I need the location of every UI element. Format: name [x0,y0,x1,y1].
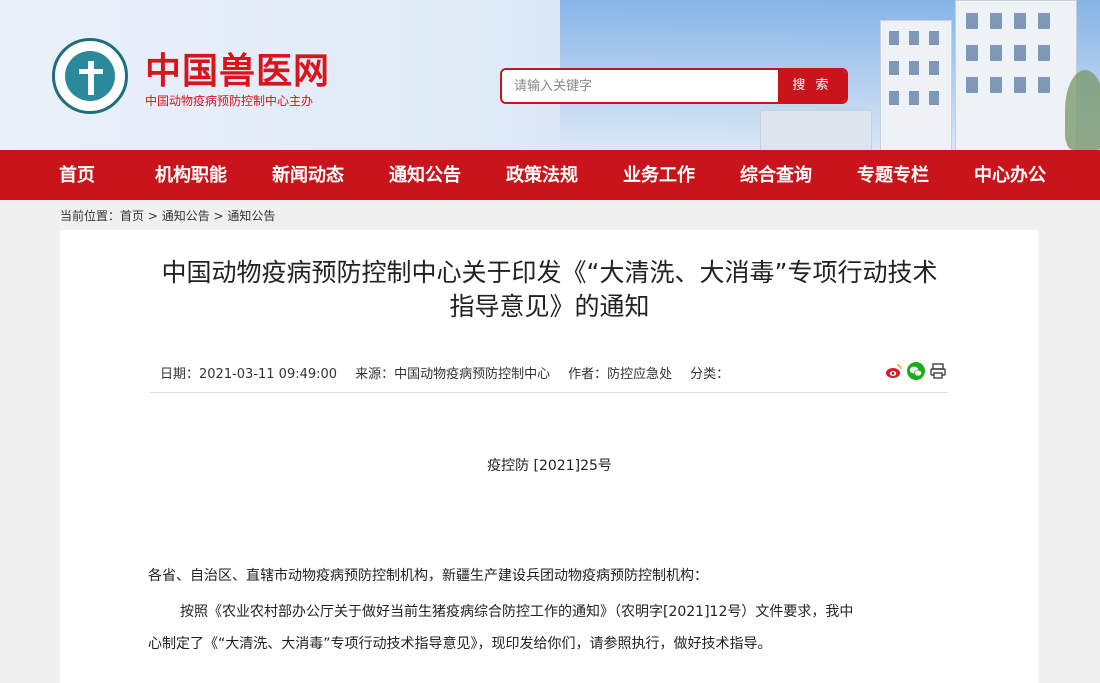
nav-item-topics[interactable]: 专题专栏 [857,150,929,200]
search-box: 搜 索 [500,68,848,104]
banner-building [760,110,872,150]
article-body-line1: 按照《农业农村部办公厅关于做好当前生猪疫病综合防控工作的通知》（农明字[2021… [180,604,854,620]
banner-building [880,20,952,150]
breadcrumb-link-current[interactable]: 通知公告 [227,209,275,223]
article-date: 日期：2021-03-11 09:49:00 [160,367,338,382]
nav-item-business[interactable]: 业务工作 [623,150,695,200]
banner-building [955,0,1077,150]
article-author: 作者：防控应急处 [568,367,673,382]
article-title: 中国动物疫病预防控制中心关于印发《“大清洗、大消毒”专项行动技术 指导意见》的通… [60,256,1039,324]
breadcrumb-separator: > [209,209,228,223]
meta-divider [150,392,948,393]
banner-tree [1065,70,1100,150]
site-title[interactable]: 中国兽医网 [145,42,330,94]
site-subtitle: 中国动物疫病预防控制中心主办 [145,94,314,108]
article-title-line1: 中国动物疫病预防控制中心关于印发《“大清洗、大消毒”专项行动技术 [161,258,938,287]
weibo-icon[interactable] [885,362,903,380]
breadcrumb: 当前位置：首页 > 通知公告 > 通知公告 [60,207,275,224]
nav-item-home[interactable]: 首页 [59,150,95,200]
nav-item-news[interactable]: 新闻动态 [272,150,344,200]
breadcrumb-prefix: 当前位置： [60,209,121,223]
breadcrumb-link-notices[interactable]: 通知公告 [162,209,210,223]
print-icon[interactable] [929,362,947,380]
article-salutation: 各省、自治区、直辖市动物疫病预防控制机构，新疆生产建设兵团动物疫病预防控制机构： [148,568,708,584]
breadcrumb-link-home[interactable]: 首页 [120,209,144,223]
breadcrumb-separator: > [144,209,162,223]
nav-item-office[interactable]: 中心办公 [974,150,1046,200]
document-number: 疫控防 [2021]25号 [487,458,612,474]
article-meta: 日期：2021-03-11 09:49:00 来源：中国动物疫病预防控制中心 作者：… [160,363,729,382]
wechat-icon[interactable] [907,362,925,380]
nav-item-notices[interactable]: 通知公告 [389,150,461,200]
article-source: 来源：中国动物疫病预防控制中心 [355,367,551,382]
article-title-line2: 指导意见》的通知 [449,292,650,321]
article-category: 分类： [690,367,730,382]
main-nav: 首页 机构职能 新闻动态 通知公告 政策法规 业务工作 综合查询 专题专栏 中心… [0,150,1100,200]
nav-item-query[interactable]: 综合查询 [740,150,812,200]
logo-seal[interactable] [52,38,128,114]
header-banner: 中国兽医网 中国动物疫病预防控制中心主办 搜 索 [0,0,1100,150]
search-input[interactable] [502,70,780,102]
search-button[interactable]: 搜 索 [778,70,846,102]
nav-item-functions[interactable]: 机构职能 [155,150,227,200]
nav-item-policies[interactable]: 政策法规 [506,150,578,200]
article-body-line2: 心制定了《“大清洗、大消毒”专项行动技术指导意见》，现印发给你们，请参照执行，做… [148,636,772,652]
